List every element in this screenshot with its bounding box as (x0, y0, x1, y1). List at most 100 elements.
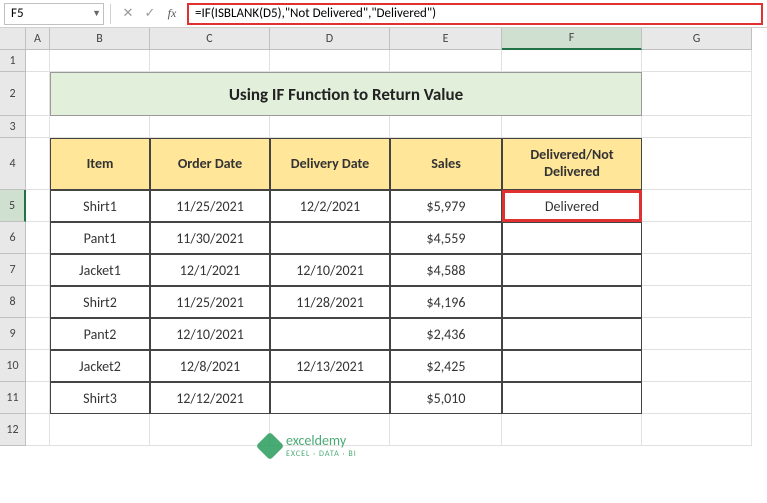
fx-icon[interactable]: fx (161, 3, 183, 25)
cell[interactable] (26, 286, 50, 318)
cell-status[interactable] (502, 222, 642, 254)
cell[interactable] (26, 382, 50, 414)
cell[interactable] (642, 72, 752, 116)
cell-status[interactable] (502, 254, 642, 286)
cell[interactable] (642, 286, 752, 318)
header-order-date[interactable]: Order Date (150, 138, 270, 190)
cell[interactable] (270, 50, 390, 72)
cell[interactable] (150, 50, 270, 72)
row-header-8[interactable]: 8 (0, 286, 26, 318)
cell-item[interactable]: Pant1 (50, 222, 150, 254)
cell[interactable] (502, 116, 642, 138)
cell[interactable] (26, 190, 50, 222)
cell[interactable] (26, 50, 50, 72)
cell-status[interactable]: Delivered (502, 190, 642, 222)
row-header-4[interactable]: 4 (0, 138, 26, 190)
header-item[interactable]: Item (50, 138, 150, 190)
cell[interactable] (502, 414, 642, 446)
cell-delivery-date[interactable] (270, 318, 390, 350)
cell-delivery-date[interactable] (270, 382, 390, 414)
col-header-d[interactable]: D (270, 28, 390, 50)
chevron-down-icon[interactable]: ▼ (92, 8, 101, 19)
cell[interactable] (642, 414, 752, 446)
cell[interactable] (642, 350, 752, 382)
cell[interactable] (26, 318, 50, 350)
col-header-g[interactable]: G (642, 28, 752, 50)
select-all-corner[interactable] (0, 28, 26, 50)
cell[interactable] (50, 50, 150, 72)
cell-order-date[interactable]: 11/25/2021 (150, 286, 270, 318)
col-header-b[interactable]: B (50, 28, 150, 50)
cell[interactable] (390, 50, 502, 72)
row-header-6[interactable]: 6 (0, 222, 26, 254)
header-sales[interactable]: Sales (390, 138, 502, 190)
cell-order-date[interactable]: 12/10/2021 (150, 318, 270, 350)
cell[interactable] (390, 116, 502, 138)
cell-sales[interactable]: $5,010 (390, 382, 502, 414)
col-header-f[interactable]: F (502, 28, 642, 50)
row-header-9[interactable]: 9 (0, 318, 26, 350)
cell-status[interactable] (502, 286, 642, 318)
cell[interactable] (642, 116, 752, 138)
cell-delivery-date[interactable]: 11/28/2021 (270, 286, 390, 318)
cell-item[interactable]: Jacket2 (50, 350, 150, 382)
cell-status[interactable] (502, 350, 642, 382)
cancel-icon[interactable]: ✕ (117, 3, 139, 25)
cell-status[interactable] (502, 318, 642, 350)
header-status[interactable]: Delivered/Not Delivered (502, 138, 642, 190)
cell[interactable] (642, 190, 752, 222)
col-header-c[interactable]: C (150, 28, 270, 50)
row-header-2[interactable]: 2 (0, 72, 26, 116)
cell-order-date[interactable]: 12/1/2021 (150, 254, 270, 286)
cell-item[interactable]: Jacket1 (50, 254, 150, 286)
row-header-3[interactable]: 3 (0, 116, 26, 138)
cell[interactable] (642, 222, 752, 254)
cell-status[interactable] (502, 382, 642, 414)
cell-item[interactable]: Shirt3 (50, 382, 150, 414)
cell-sales[interactable]: $4,559 (390, 222, 502, 254)
cell[interactable] (50, 414, 150, 446)
cell[interactable] (390, 414, 502, 446)
row-header-1[interactable]: 1 (0, 50, 26, 72)
row-header-7[interactable]: 7 (0, 254, 26, 286)
cell-delivery-date[interactable] (270, 222, 390, 254)
row-header-11[interactable]: 11 (0, 382, 26, 414)
title-cell[interactable]: Using IF Function to Return Value (50, 72, 642, 116)
formula-input[interactable]: =IF(ISBLANK(D5),"Not Delivered","Deliver… (187, 3, 763, 25)
row-header-12[interactable]: 12 (0, 414, 26, 446)
name-box[interactable]: F5 ▼ (4, 3, 104, 25)
cell[interactable] (26, 72, 50, 116)
cell-item[interactable]: Shirt1 (50, 190, 150, 222)
cell[interactable] (150, 116, 270, 138)
cell[interactable] (642, 50, 752, 72)
cell[interactable] (642, 318, 752, 350)
cell-delivery-date[interactable]: 12/10/2021 (270, 254, 390, 286)
cell-delivery-date[interactable]: 12/2/2021 (270, 190, 390, 222)
cell[interactable] (150, 414, 270, 446)
cell-item[interactable]: Pant2 (50, 318, 150, 350)
cell-order-date[interactable]: 11/30/2021 (150, 222, 270, 254)
cell[interactable] (642, 382, 752, 414)
cell[interactable] (26, 116, 50, 138)
cell-delivery-date[interactable]: 12/13/2021 (270, 350, 390, 382)
cell[interactable] (26, 222, 50, 254)
cell-sales[interactable]: $2,425 (390, 350, 502, 382)
cell-order-date[interactable]: 12/12/2021 (150, 382, 270, 414)
cell[interactable] (26, 138, 50, 190)
cell-item[interactable]: Shirt2 (50, 286, 150, 318)
row-header-10[interactable]: 10 (0, 350, 26, 382)
cell-sales[interactable]: $2,436 (390, 318, 502, 350)
cell[interactable] (270, 116, 390, 138)
header-delivery-date[interactable]: Delivery Date (270, 138, 390, 190)
cell[interactable] (642, 138, 752, 190)
cell-sales[interactable]: $4,196 (390, 286, 502, 318)
cell[interactable] (502, 50, 642, 72)
enter-icon[interactable]: ✓ (139, 3, 161, 25)
cell[interactable] (26, 254, 50, 286)
cell-order-date[interactable]: 12/8/2021 (150, 350, 270, 382)
col-header-e[interactable]: E (390, 28, 502, 50)
cell[interactable] (642, 254, 752, 286)
row-header-5[interactable]: 5 (0, 190, 26, 222)
cell[interactable] (26, 350, 50, 382)
cell[interactable] (50, 116, 150, 138)
